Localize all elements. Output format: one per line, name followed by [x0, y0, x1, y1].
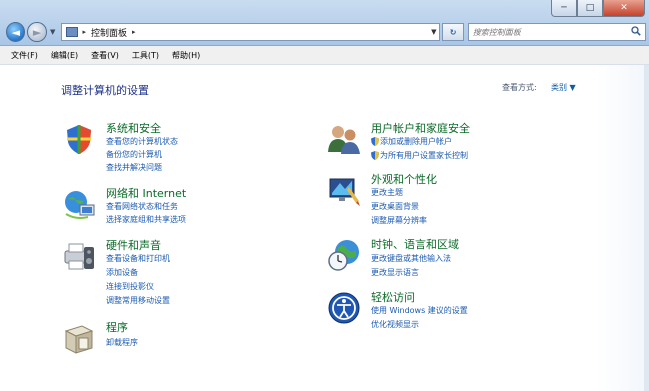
forward-button[interactable]: ►	[27, 22, 47, 42]
page-title: 调整计算机的设置	[61, 84, 149, 97]
link-view-computer-status[interactable]: 查看您的计算机状态	[106, 136, 178, 147]
ease-of-access-icon[interactable]	[327, 291, 361, 325]
menu-edit[interactable]: 编辑(E)	[51, 50, 78, 61]
breadcrumb-separator[interactable]: ▸	[82, 28, 86, 36]
recent-pages-dropdown[interactable]: ▼	[48, 28, 58, 36]
address-dropdown[interactable]: ▼	[431, 28, 436, 36]
uac-shield-icon	[371, 151, 379, 160]
menu-view[interactable]: 查看(V)	[91, 50, 119, 61]
link-display-language[interactable]: 更改显示语言	[371, 267, 419, 278]
navigation-bar: ◄ ► ▼ ▸ 控制面板 ▸ ▼ ↻	[6, 21, 647, 43]
window-right-edge	[644, 65, 649, 391]
category-title-system-security[interactable]: 系统和安全	[106, 120, 161, 136]
search-icon[interactable]	[631, 25, 641, 39]
link-change-theme[interactable]: 更改主题	[371, 187, 403, 198]
link-backup-computer[interactable]: 备份您的计算机	[106, 149, 162, 160]
link-add-remove-accounts[interactable]: 添加或删除用户帐户	[380, 136, 452, 147]
link-view-network-status[interactable]: 查看网络状态和任务	[106, 201, 178, 212]
link-devices-printers[interactable]: 查看设备和打印机	[106, 253, 170, 264]
printer-speaker-icon[interactable]	[62, 239, 96, 273]
address-bar[interactable]: ▸ 控制面板 ▸ ▼	[61, 23, 441, 41]
link-mobility-settings[interactable]: 调整常用移动设置	[106, 295, 170, 306]
link-uninstall-program[interactable]: 卸载程序	[106, 337, 138, 348]
users-icon[interactable]	[327, 122, 361, 156]
breadcrumb-control-panel[interactable]: 控制面板	[91, 26, 127, 39]
maximize-button[interactable]: □	[577, 0, 603, 17]
network-globe-icon[interactable]	[62, 187, 96, 221]
search-input[interactable]	[472, 27, 623, 37]
link-homegroup-sharing[interactable]: 选择家庭组和共享选项	[106, 214, 186, 225]
refresh-button[interactable]: ↻	[442, 23, 464, 41]
link-parental-controls[interactable]: 为所有用户设置家长控制	[380, 150, 468, 161]
category-title-hardware-sound[interactable]: 硬件和声音	[106, 237, 161, 253]
link-add-device[interactable]: 添加设备	[106, 267, 138, 278]
clock-globe-icon[interactable]	[327, 238, 361, 272]
link-connect-projector[interactable]: 连接到投影仪	[106, 281, 154, 292]
category-title-network-internet[interactable]: 网络和 Internet	[106, 185, 186, 201]
menu-help[interactable]: 帮助(H)	[172, 50, 200, 61]
link-optimize-display[interactable]: 优化视频显示	[371, 319, 419, 330]
security-shield-icon[interactable]	[62, 122, 96, 156]
control-panel-content: 调整计算机的设置 查看方式: 类别 ▼ 系统和安全 查看您的计算机状态 备份您的…	[0, 65, 649, 391]
close-button[interactable]: ✕	[603, 0, 645, 17]
category-title-programs[interactable]: 程序	[106, 319, 128, 335]
menu-tools[interactable]: 工具(T)	[132, 50, 159, 61]
search-box[interactable]	[467, 23, 647, 41]
category-title-ease-of-access[interactable]: 轻松访问	[371, 289, 415, 305]
appearance-monitor-icon[interactable]	[327, 173, 361, 207]
control-panel-icon	[66, 27, 79, 37]
view-by-label: 查看方式:	[502, 83, 537, 92]
link-change-keyboard[interactable]: 更改键盘或其他输入法	[371, 253, 451, 264]
link-desktop-background[interactable]: 更改桌面背景	[371, 201, 419, 212]
menu-file[interactable]: 文件(F)	[11, 50, 38, 61]
uac-shield-icon	[371, 137, 379, 146]
link-recommended-settings[interactable]: 使用 Windows 建议的设置	[371, 305, 468, 316]
category-title-appearance[interactable]: 外观和个性化	[371, 171, 437, 187]
back-button[interactable]: ◄	[6, 22, 26, 42]
title-bar: ─ □ ✕ ◄ ► ▼ ▸ 控制面板 ▸ ▼ ↻	[0, 0, 649, 46]
programs-box-icon[interactable]	[62, 321, 96, 355]
breadcrumb-chevron[interactable]: ▸	[132, 28, 136, 36]
link-find-fix-problems[interactable]: 查找并解决问题	[106, 162, 162, 173]
window-controls: ─ □ ✕	[551, 0, 645, 17]
category-title-clock-region[interactable]: 时钟、语言和区域	[371, 236, 459, 252]
link-screen-resolution[interactable]: 调整屏幕分辨率	[371, 215, 427, 226]
category-title-user-accounts[interactable]: 用户帐户和家庭安全	[371, 120, 470, 136]
minimize-button[interactable]: ─	[551, 0, 577, 17]
menu-bar: 文件(F) 编辑(E) 查看(V) 工具(T) 帮助(H)	[0, 46, 649, 65]
view-by-dropdown[interactable]: 类别 ▼	[551, 82, 576, 93]
